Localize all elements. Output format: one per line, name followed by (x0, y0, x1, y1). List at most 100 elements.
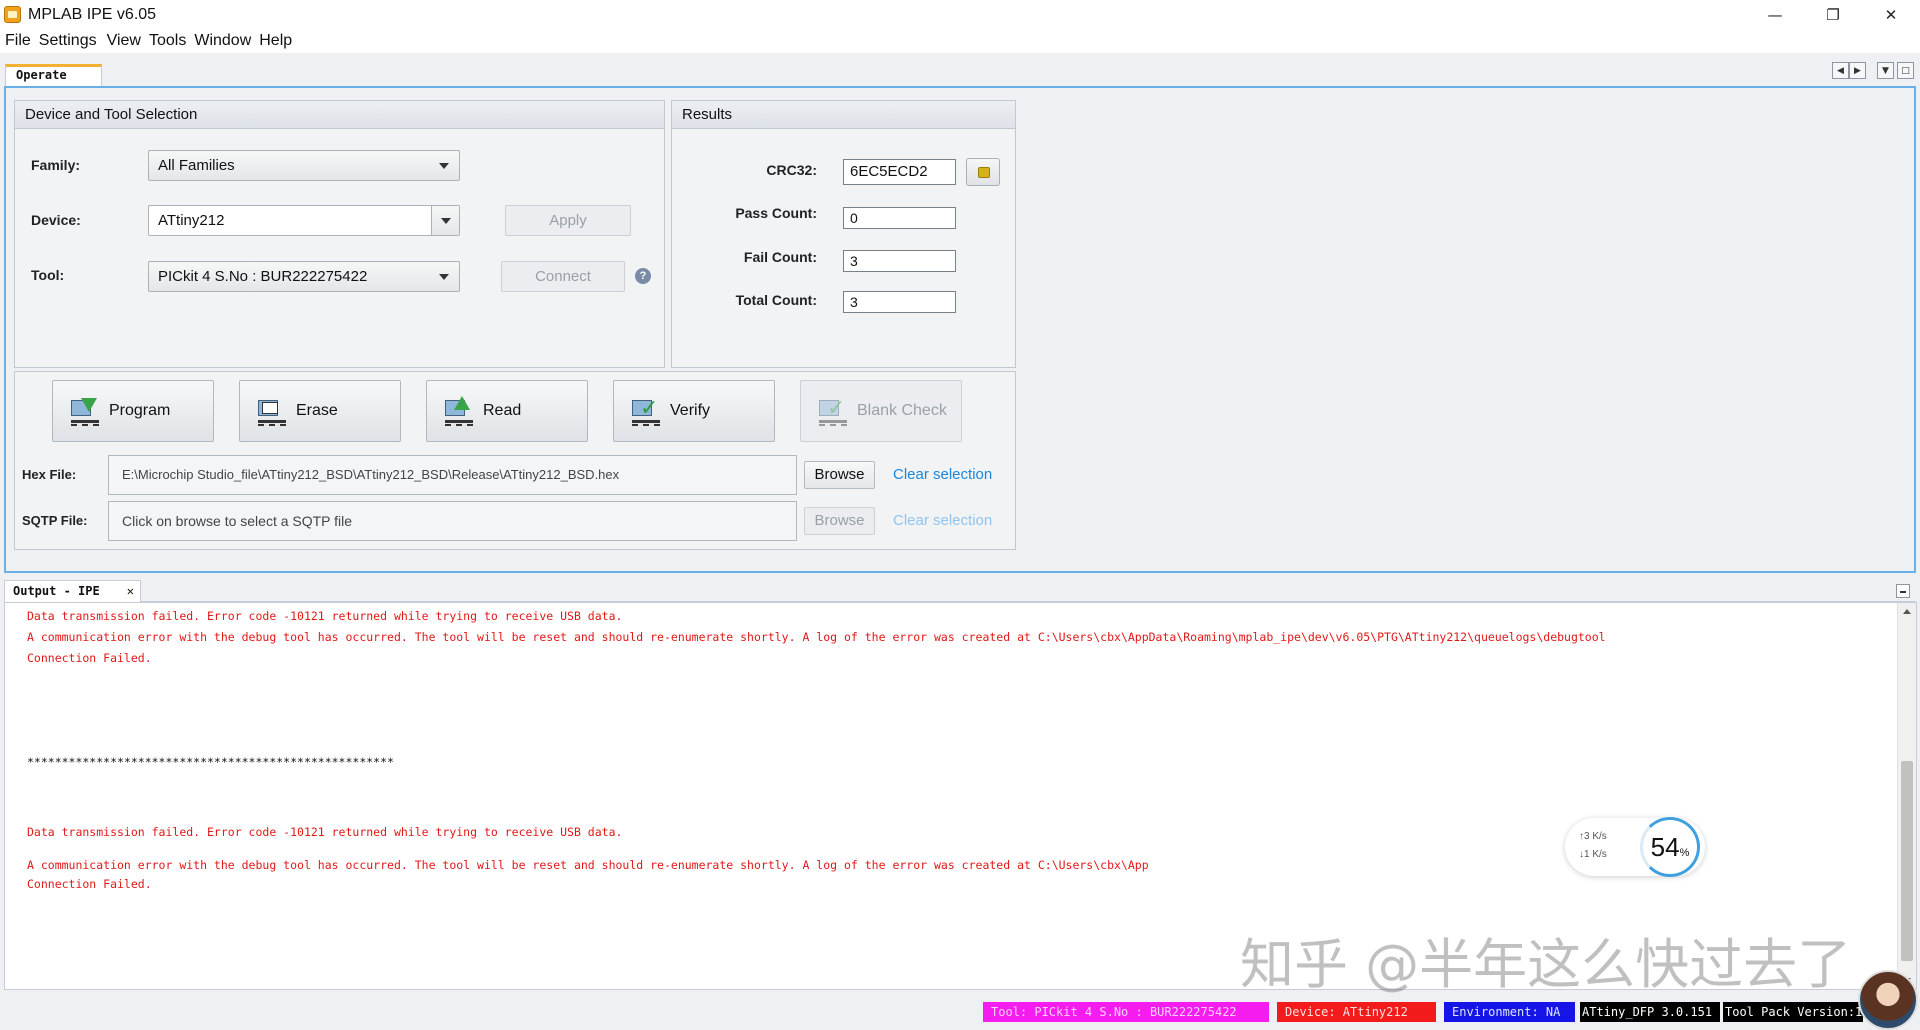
blank-check-button[interactable]: ✓ Blank Check (800, 380, 962, 442)
results-title: Results (672, 101, 1015, 129)
tool-value: PICkit 4 S.No : BUR222275422 (158, 268, 368, 285)
output-line: ****************************************… (27, 755, 394, 769)
cpu-usage-gauge: 54% (1640, 817, 1700, 877)
upload-speed: ↑3 K/s (1579, 831, 1607, 842)
minimize-button[interactable]: — (1746, 0, 1804, 29)
device-tool-selection-group: Device and Tool Selection Family: All Fa… (14, 100, 665, 368)
chevron-down-icon (441, 218, 451, 224)
output-scrollbar[interactable] (1897, 603, 1916, 989)
hex-browse-button[interactable]: Browse (804, 461, 875, 489)
menu-bar: File Settings View Tools Window Help (0, 29, 1920, 53)
menu-settings[interactable]: Settings (34, 32, 102, 50)
status-bar: Tool: PICkit 4 S.No : BUR222275422 Devic… (0, 996, 1920, 1030)
fail-count-label: Fail Count: (743, 249, 817, 265)
close-button[interactable]: ✕ (1862, 0, 1920, 29)
program-icon (71, 396, 99, 426)
crc32-field: 6EC5ECD2 (843, 159, 956, 185)
scroll-right-icon[interactable]: ▶ (1849, 62, 1866, 79)
tool-dropdown[interactable]: PICkit 4 S.No : BUR222275422 (148, 261, 460, 292)
erase-icon (258, 396, 286, 426)
percent-sign: % (1679, 847, 1690, 859)
hex-file-field[interactable]: E:\Microchip Studio_file\ATtiny212_BSD\A… (108, 455, 797, 495)
close-tab-icon[interactable]: ✕ (127, 581, 134, 601)
crc-checksum-button[interactable] (966, 158, 1000, 186)
verify-label: Verify (670, 402, 711, 419)
erase-button[interactable]: Erase (239, 380, 401, 442)
menu-tools[interactable]: Tools (144, 32, 191, 50)
output-line: A communication error with the debug too… (27, 630, 1606, 644)
verify-icon: ✓ (632, 396, 660, 426)
chevron-down-icon (439, 274, 449, 280)
blank-check-label: Blank Check (857, 402, 947, 419)
menu-help[interactable]: Help (254, 32, 297, 50)
cpu-usage-value: 54 (1650, 832, 1680, 862)
tab-list-dropdown-icon[interactable]: ▼ (1877, 62, 1894, 79)
total-count-label: Total Count: (735, 292, 817, 308)
hex-clear-selection-link[interactable]: Clear selection (893, 466, 992, 483)
output-tab-label: Output - IPE (13, 584, 100, 598)
blank-check-icon: ✓ (819, 396, 847, 426)
read-label: Read (483, 402, 522, 419)
scroll-thumb[interactable] (1901, 761, 1913, 961)
family-dropdown[interactable]: All Families (148, 150, 460, 181)
menu-view[interactable]: View (102, 32, 146, 50)
sqtp-file-label: SQTP File: (22, 513, 88, 528)
status-environment: Environment: NA (1444, 1002, 1575, 1022)
tool-label: Tool: (31, 267, 65, 283)
device-combo[interactable]: ATtiny212 (148, 205, 460, 236)
checksum-icon (978, 167, 990, 178)
read-button[interactable]: Read (426, 380, 588, 442)
erase-label: Erase (296, 402, 338, 419)
download-speed: ↓1 K/s (1579, 849, 1607, 860)
results-group: Results CRC32: 6EC5ECD2 Pass Count: 0 Fa… (671, 100, 1016, 368)
watermark: 知乎 @半年这么快过去了 (1240, 933, 1852, 996)
verify-button[interactable]: ✓ Verify (613, 380, 775, 442)
hex-file-label: Hex File: (22, 467, 77, 482)
crc32-label: CRC32: (766, 162, 817, 178)
read-icon (445, 396, 473, 426)
minimize-output-icon[interactable] (1896, 584, 1910, 598)
connect-button[interactable]: Connect (501, 261, 625, 292)
window-controls: — ❐ ✕ (1746, 0, 1920, 29)
family-label: Family: (31, 157, 81, 173)
tab-operate[interactable]: Operate (5, 64, 102, 86)
status-toolpack: Tool Pack Version:1 (1723, 1002, 1863, 1022)
operate-panel: Device and Tool Selection Family: All Fa… (4, 86, 1916, 573)
output-line: Data transmission failed. Error code -10… (27, 825, 623, 839)
program-button[interactable]: Program (52, 380, 214, 442)
scroll-up-icon[interactable] (1903, 609, 1911, 614)
device-label: Device: (31, 212, 81, 228)
mplab-app-icon (4, 6, 21, 23)
maximize-button[interactable]: ❐ (1804, 0, 1862, 29)
program-label: Program (109, 402, 171, 419)
maximize-panel-icon[interactable]: □ (1897, 62, 1914, 79)
apply-button[interactable]: Apply (505, 205, 631, 236)
sqtp-file-field[interactable]: Click on browse to select a SQTP file (108, 501, 797, 541)
operations-group: Program Erase Read ✓ Verify ✓ Blank Chec… (14, 371, 1016, 550)
output-line: A communication error with the debug too… (27, 858, 1149, 872)
menu-file[interactable]: File (0, 32, 36, 50)
tab-controls: ◀ ▶ ▼ □ (1832, 62, 1914, 79)
status-device: Device: ATtiny212 (1277, 1002, 1436, 1022)
sqtp-clear-selection-link[interactable]: Clear selection (893, 512, 992, 529)
device-value[interactable]: ATtiny212 (158, 212, 224, 229)
network-speed-widget[interactable]: ↑3 K/s ↓1 K/s 54% (1565, 817, 1705, 877)
pass-count-label: Pass Count: (735, 205, 817, 221)
main-tab-strip: Operate ◀ ▶ ▼ □ (0, 56, 1920, 86)
output-line: Data transmission failed. Error code -10… (27, 609, 623, 623)
fail-count-field: 3 (843, 250, 956, 272)
scroll-left-icon[interactable]: ◀ (1832, 62, 1849, 79)
pass-count-field: 0 (843, 207, 956, 229)
status-dfp: ATtiny_DFP 3.0.151 (1580, 1002, 1720, 1022)
help-icon[interactable]: ? (635, 268, 651, 284)
window-title: MPLAB IPE v6.05 (28, 5, 157, 23)
sqtp-browse-button[interactable]: Browse (804, 507, 875, 535)
title-bar: MPLAB IPE v6.05 — ❐ ✕ (0, 0, 1920, 29)
output-tab-strip: Output - IPE ✕ (4, 580, 1916, 602)
output-line: Connection Failed. (27, 651, 152, 665)
tab-output-ipe[interactable]: Output - IPE ✕ (4, 580, 141, 602)
status-tool: Tool: PICkit 4 S.No : BUR222275422 (983, 1002, 1269, 1022)
menu-window[interactable]: Window (189, 32, 256, 50)
device-dropdown-button[interactable] (431, 206, 459, 235)
user-avatar[interactable] (1858, 970, 1918, 1030)
